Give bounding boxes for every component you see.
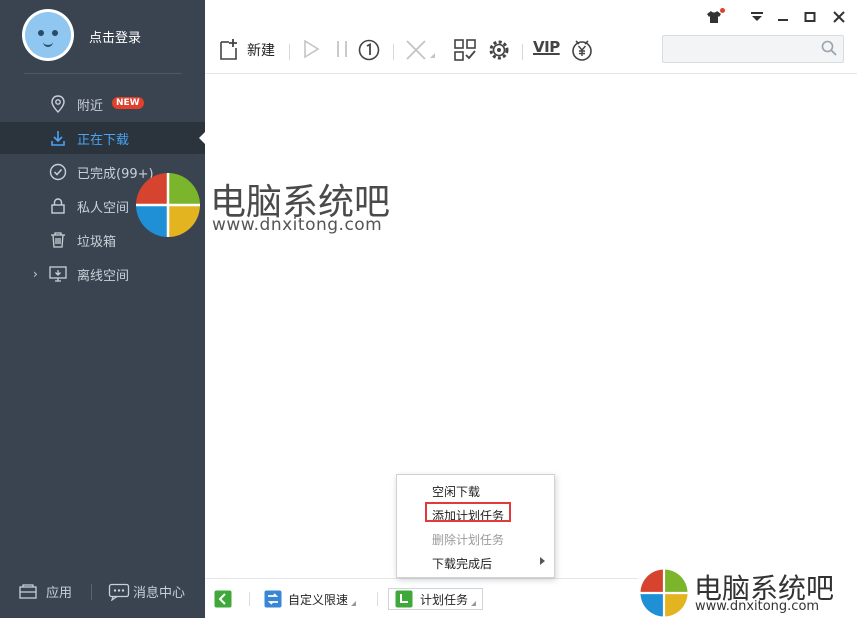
search-box[interactable]: [662, 35, 844, 63]
grid-check-icon: [454, 39, 476, 61]
speed-one-icon: [358, 39, 380, 61]
submenu-arrow-icon: [540, 557, 545, 565]
apps-button[interactable]: 应用: [18, 582, 72, 601]
play-icon: [304, 39, 320, 59]
search-icon[interactable]: [821, 40, 837, 60]
cloud-monitor-icon: [48, 264, 68, 284]
sidebar-bottom-bar: 应用 消息中心: [0, 576, 205, 608]
sidebar-item-label: 垃圾箱: [77, 234, 117, 250]
menu-caret-icon: [751, 12, 763, 21]
custom-speed-limit-button[interactable]: 自定义限速: [264, 588, 357, 610]
speed-limit-button[interactable]: [357, 38, 381, 62]
divider: [91, 584, 92, 600]
apps-icon: [19, 583, 37, 599]
green-back-arrow-icon: [214, 590, 232, 608]
divider: [24, 73, 182, 74]
speed-limit-icon: [264, 590, 282, 608]
delete-x-icon: [406, 40, 435, 60]
toolbar: 新建 VIP: [205, 0, 857, 74]
pause-icon: [337, 41, 347, 57]
pause-button[interactable]: [334, 38, 350, 60]
download-arrow-icon: [48, 128, 68, 148]
coin-shop-button[interactable]: [570, 38, 594, 62]
message-center-button[interactable]: 消息中心: [108, 582, 185, 601]
maximize-button[interactable]: [801, 8, 819, 26]
sidebar: 点击登录 附近 NEW 正在下载 已完成(99+) 私人空间 垃圾箱 › 离线空…: [0, 0, 205, 618]
menu-item-after-download[interactable]: 下载完成后: [432, 555, 492, 572]
divider: [522, 44, 523, 60]
user-avatar[interactable]: [22, 9, 74, 61]
check-circle-icon: [48, 162, 68, 182]
menu-item-delete-scheduled-task: 删除计划任务: [432, 533, 505, 547]
yen-coin-icon: [572, 40, 592, 61]
sidebar-item-nearby[interactable]: 附近 NEW: [0, 88, 205, 120]
batch-select-button[interactable]: [453, 38, 477, 62]
sidebar-item-label: 正在下载: [77, 132, 130, 148]
maximize-icon: [804, 12, 816, 22]
settings-button[interactable]: [487, 38, 511, 62]
sidebar-item-downloading[interactable]: 正在下载: [0, 122, 205, 154]
sidebar-item-offline-space[interactable]: › 离线空间: [0, 258, 205, 290]
highlight-box: [425, 502, 511, 522]
divider: [393, 44, 394, 60]
chat-bubble-icon: [108, 583, 130, 601]
lock-icon: [48, 196, 68, 216]
minimize-icon: [778, 19, 788, 21]
dropdown-corner-icon: [351, 600, 357, 606]
notification-dot-icon: [720, 8, 725, 13]
messages-label: 消息中心: [133, 586, 186, 601]
collapse-sidebar-button[interactable]: [214, 588, 232, 610]
trash-icon: [48, 230, 68, 250]
scheduled-task-button[interactable]: 计划任务: [388, 588, 484, 610]
new-badge: NEW: [112, 97, 144, 109]
location-pin-icon: [48, 94, 68, 114]
scheduled-task-menu: 空闲下载 添加计划任务 删除计划任务 下载完成后: [396, 474, 555, 578]
scheduled-task-label: 计划任务: [420, 592, 469, 607]
apps-label: 应用: [46, 586, 73, 601]
gear-icon: [489, 40, 509, 60]
vip-button[interactable]: VIP: [533, 38, 560, 56]
sidebar-item-label: 离线空间: [77, 268, 130, 284]
sidebar-item-label: 私人空间: [77, 200, 130, 216]
new-file-icon: [220, 39, 237, 60]
windows-logo-icon: [640, 569, 688, 617]
menu-item-idle-download[interactable]: 空闲下载: [432, 483, 480, 500]
divider: [289, 44, 290, 60]
divider: [377, 592, 378, 606]
windows-logo-icon: [136, 173, 200, 237]
menu-dropdown-button[interactable]: [748, 8, 766, 26]
watermark-url: www.dnxitong.com: [212, 215, 383, 235]
watermark-center: 电脑系统吧 www.dnxitong.com: [134, 171, 390, 243]
skin-shirt-button[interactable]: [705, 8, 725, 26]
sidebar-item-label: 附近: [77, 98, 104, 114]
custom-speed-label: 自定义限速: [288, 592, 349, 607]
clock-schedule-icon: [395, 590, 413, 608]
search-input[interactable]: [667, 39, 821, 59]
close-icon: [833, 11, 845, 23]
chevron-right-icon[interactable]: ›: [33, 267, 38, 281]
dropdown-corner-icon: [471, 600, 477, 606]
minimize-button[interactable]: [774, 8, 792, 26]
vip-label: VIP: [533, 38, 560, 56]
new-task-label: 新建: [247, 43, 275, 59]
start-button[interactable]: [301, 38, 321, 60]
avatar-face-icon: [25, 12, 71, 58]
watermark-url: www.dnxitong.com: [695, 599, 820, 614]
delete-button[interactable]: [404, 38, 438, 62]
login-link[interactable]: 点击登录: [89, 27, 141, 46]
close-button[interactable]: [830, 8, 848, 26]
new-task-button[interactable]: 新建: [218, 38, 275, 62]
divider: [249, 592, 250, 606]
